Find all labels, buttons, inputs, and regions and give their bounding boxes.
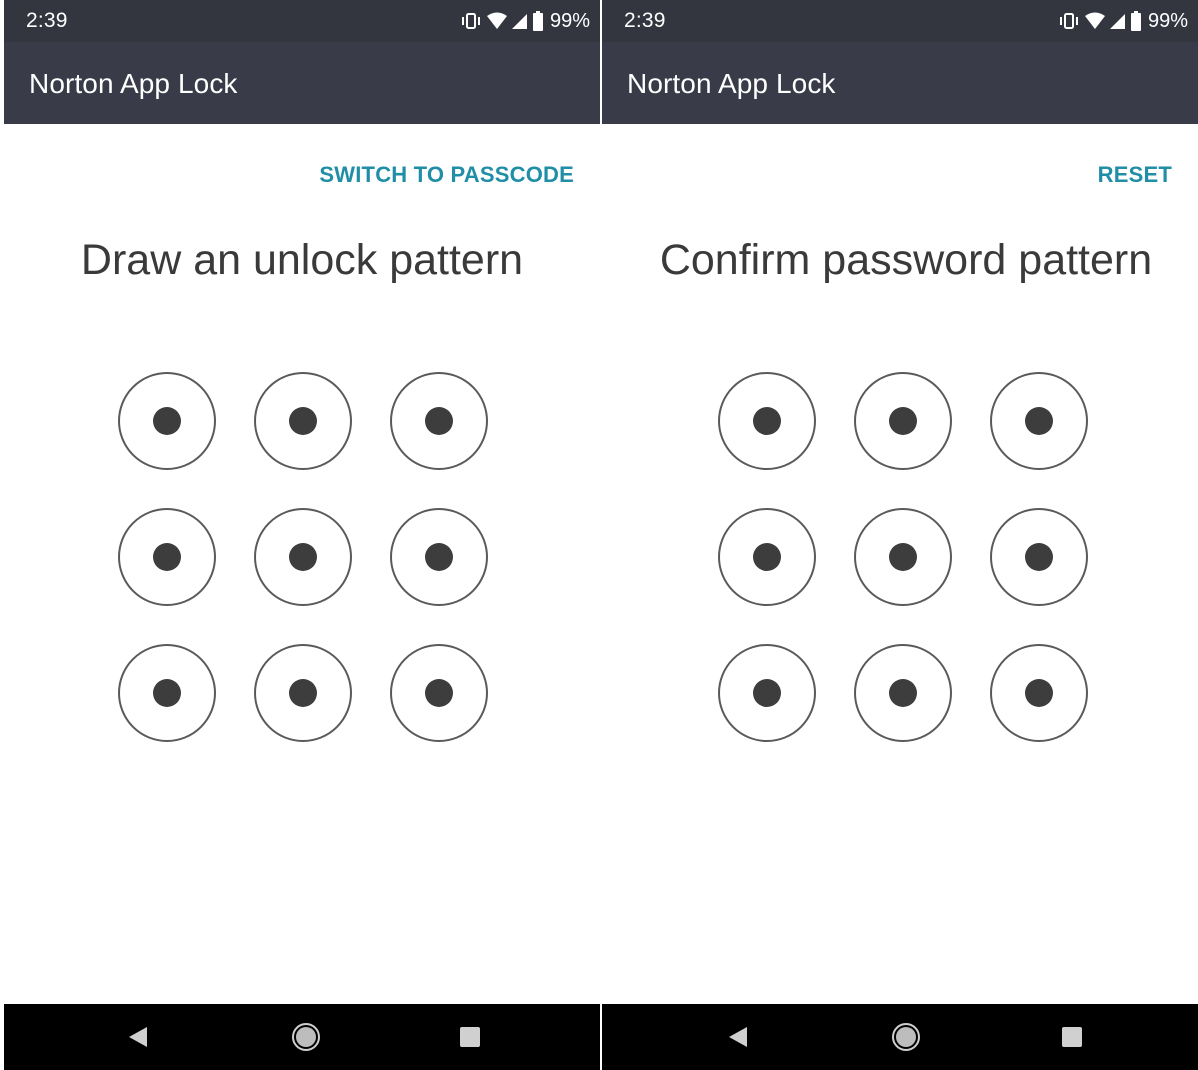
pattern-dot [1025, 407, 1053, 435]
wifi-icon [486, 12, 507, 30]
recents-button[interactable] [1032, 1004, 1112, 1070]
pattern-node[interactable] [718, 644, 816, 742]
navigation-bar [4, 1004, 600, 1070]
status-time: 2:39 [624, 9, 666, 32]
pattern-node[interactable] [118, 644, 216, 742]
recents-button[interactable] [430, 1004, 510, 1070]
pattern-dot [1025, 679, 1053, 707]
status-bar: 2:39 99% [4, 0, 600, 42]
vibrate-icon [460, 11, 482, 31]
status-icons: 99% [1058, 8, 1188, 34]
pattern-node[interactable] [854, 644, 952, 742]
pattern-prompt: Confirm password pattern [659, 236, 1153, 284]
back-icon [727, 1025, 749, 1049]
battery-percent: 99% [549, 9, 590, 32]
pattern-dot [889, 543, 917, 571]
home-icon [291, 1022, 321, 1052]
app-bar: Norton App Lock [602, 42, 1198, 124]
battery-percent: 99% [1147, 9, 1188, 32]
reset-button[interactable]: RESET [1098, 162, 1172, 188]
wifi-icon [1084, 12, 1105, 30]
pattern-dot [289, 679, 317, 707]
pattern-dot [289, 543, 317, 571]
pattern-node[interactable] [990, 508, 1088, 606]
pattern-node[interactable] [718, 372, 816, 470]
navigation-bar [602, 1004, 1198, 1070]
back-button[interactable] [698, 1004, 778, 1070]
signal-icon [1109, 12, 1126, 30]
pattern-dot [889, 679, 917, 707]
pattern-node[interactable] [118, 372, 216, 470]
pattern-dot [425, 543, 453, 571]
status-bar: 2:39 99% [602, 0, 1198, 42]
pattern-node[interactable] [718, 508, 816, 606]
home-button[interactable] [866, 1004, 946, 1070]
pattern-node[interactable] [990, 644, 1088, 742]
signal-icon [511, 12, 528, 30]
vibrate-icon [1058, 11, 1080, 31]
battery-icon [532, 11, 543, 31]
pattern-node[interactable] [390, 372, 488, 470]
status-icons: 99% [460, 8, 590, 34]
pattern-dot [289, 407, 317, 435]
battery-icon [1130, 11, 1141, 31]
switch-to-passcode-button[interactable]: SWITCH TO PASSCODE [319, 162, 574, 188]
pattern-dot [753, 679, 781, 707]
phone-screen-left: 2:39 99% Norton App Lock SWITCH TO PASSC… [4, 0, 600, 1070]
home-icon [891, 1022, 921, 1052]
pattern-dot [425, 407, 453, 435]
pattern-node[interactable] [254, 372, 352, 470]
pattern-node[interactable] [854, 508, 952, 606]
pattern-dot [753, 407, 781, 435]
pattern-prompt: Draw an unlock pattern [80, 236, 524, 284]
back-button[interactable] [98, 1004, 178, 1070]
phone-screen-right: 2:39 99% Norton App Lock RESET Confirm p… [602, 0, 1198, 1070]
recents-icon [1061, 1026, 1083, 1048]
pattern-dot [753, 543, 781, 571]
pattern-grid[interactable] [718, 372, 1092, 746]
status-time: 2:39 [26, 9, 68, 32]
pattern-node[interactable] [854, 372, 952, 470]
app-title: Norton App Lock [29, 68, 238, 99]
app-bar: Norton App Lock [4, 42, 600, 124]
pattern-dot [153, 679, 181, 707]
pattern-node[interactable] [390, 508, 488, 606]
pattern-grid[interactable] [118, 372, 492, 746]
back-icon [127, 1025, 149, 1049]
pattern-dot [1025, 543, 1053, 571]
pattern-node[interactable] [118, 508, 216, 606]
pattern-dot [425, 679, 453, 707]
pattern-dot [153, 407, 181, 435]
pattern-dot [153, 543, 181, 571]
pattern-node[interactable] [254, 508, 352, 606]
home-button[interactable] [266, 1004, 346, 1070]
pattern-dot [889, 407, 917, 435]
pattern-node[interactable] [390, 644, 488, 742]
app-title: Norton App Lock [627, 68, 836, 99]
pattern-node[interactable] [990, 372, 1088, 470]
pattern-node[interactable] [254, 644, 352, 742]
recents-icon [459, 1026, 481, 1048]
